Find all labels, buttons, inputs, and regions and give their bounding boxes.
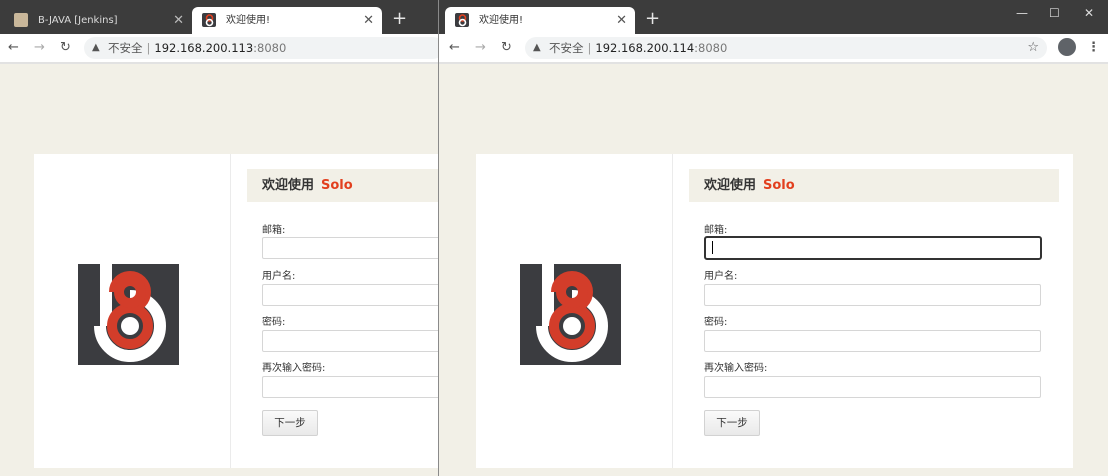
account-icon[interactable] xyxy=(1058,38,1076,56)
reload-icon[interactable]: ↻ xyxy=(60,38,71,58)
security-label: 不安全 xyxy=(549,41,584,55)
warning-triangle-icon: ▲ xyxy=(92,42,100,53)
kebab-menu-icon[interactable]: ⋮ xyxy=(1087,38,1100,58)
username-label: 用户名: xyxy=(262,271,296,282)
username-field[interactable] xyxy=(704,284,1041,306)
url-host: 192.168.200.114 xyxy=(595,41,695,55)
maximize-icon[interactable]: ☐ xyxy=(1049,6,1060,20)
solo-logo xyxy=(78,264,179,365)
tab-title: B-JAVA [Jenkins] xyxy=(38,15,118,26)
star-icon[interactable]: ☆ xyxy=(1027,37,1039,59)
url-text: 不安全 | 192.168.200.113:8080 xyxy=(108,37,286,59)
divider xyxy=(439,62,1108,64)
email-label: 邮箱: xyxy=(704,225,728,236)
forward-arrow-icon[interactable]: → xyxy=(34,38,45,58)
separator: | xyxy=(587,41,592,55)
right-browser-window: 欢迎使用! ✕ + — ☐ ✕ ← → ↻ ▲ 不安全 | 192.168.200.… xyxy=(438,0,1108,476)
tab-welcome[interactable]: 欢迎使用! ✕ xyxy=(445,7,635,34)
jenkins-favicon-icon xyxy=(14,13,28,27)
password-label: 密码: xyxy=(704,317,728,328)
security-label: 不安全 xyxy=(108,41,143,55)
heading-prefix: 欢迎使用 xyxy=(704,178,757,193)
url-port: :8080 xyxy=(253,41,287,55)
tab-jenkins[interactable]: B-JAVA [Jenkins] ✕ xyxy=(4,7,192,34)
solo-logo xyxy=(520,264,621,365)
page-title: 欢迎使用 Solo xyxy=(689,169,1059,202)
heading-prefix: 欢迎使用 xyxy=(262,178,315,193)
address-bar[interactable]: ▲ 不安全 | 192.168.200.113:8080 xyxy=(84,37,438,59)
forward-arrow-icon[interactable]: → xyxy=(475,38,486,58)
email-field[interactable] xyxy=(704,236,1042,260)
setup-card: 欢迎使用 Solo 邮箱: 用户名: 密码: 再次输入密码: 下一步 xyxy=(476,154,1073,468)
logo-pane xyxy=(34,154,231,468)
browser-toolbar: ← → ↻ ▲ 不安全 | 192.168.200.113:8080 xyxy=(0,34,438,62)
url-port: :8080 xyxy=(694,41,728,55)
heading-brand: Solo xyxy=(763,178,795,193)
page-title: 欢迎使用 Solo xyxy=(247,169,438,202)
browser-toolbar: ← → ↻ ▲ 不安全 | 192.168.200.114:8080 ☆ ⋮ xyxy=(439,34,1108,62)
tab-title: 欢迎使用! xyxy=(479,15,524,26)
warning-triangle-icon: ▲ xyxy=(533,42,541,53)
close-icon[interactable]: ✕ xyxy=(616,7,627,34)
password-field[interactable] xyxy=(704,330,1041,352)
url-text: 不安全 | 192.168.200.114:8080 xyxy=(549,37,727,59)
next-button[interactable]: 下一步 xyxy=(262,410,318,436)
close-icon[interactable]: ✕ xyxy=(363,7,374,34)
reload-icon[interactable]: ↻ xyxy=(501,38,512,58)
text-caret xyxy=(712,241,713,254)
minimize-icon[interactable]: — xyxy=(1016,6,1028,20)
confirm-password-field[interactable] xyxy=(704,376,1041,398)
plus-icon[interactable]: + xyxy=(645,9,660,29)
back-arrow-icon[interactable]: ← xyxy=(449,38,460,58)
email-label: 邮箱: xyxy=(262,225,286,236)
next-button[interactable]: 下一步 xyxy=(704,410,760,436)
tab-strip: 欢迎使用! ✕ + — ☐ ✕ xyxy=(439,0,1108,34)
solo-favicon-icon xyxy=(455,13,469,27)
tab-strip: B-JAVA [Jenkins] ✕ 欢迎使用! ✕ + xyxy=(0,0,438,34)
confirm-password-label: 再次输入密码: xyxy=(262,363,326,374)
setup-card: 欢迎使用 Solo 邮箱: 用户名: 密码: 再次输入密码: 下一步 xyxy=(34,154,438,468)
divider xyxy=(0,62,438,64)
url-host: 192.168.200.113 xyxy=(154,41,254,55)
password-field[interactable] xyxy=(262,330,438,352)
address-bar[interactable]: ▲ 不安全 | 192.168.200.114:8080 ☆ xyxy=(525,37,1047,59)
tab-title: 欢迎使用! xyxy=(226,15,271,26)
username-label: 用户名: xyxy=(704,271,738,282)
email-field[interactable] xyxy=(262,237,438,259)
confirm-password-field[interactable] xyxy=(262,376,438,398)
left-browser-window: B-JAVA [Jenkins] ✕ 欢迎使用! ✕ + ← → ↻ ▲ 不安全… xyxy=(0,0,438,476)
close-icon[interactable]: ✕ xyxy=(173,7,184,34)
separator: | xyxy=(146,41,151,55)
logo-pane xyxy=(476,154,673,468)
solo-favicon-icon xyxy=(202,13,216,27)
password-label: 密码: xyxy=(262,317,286,328)
tab-welcome[interactable]: 欢迎使用! ✕ xyxy=(192,7,382,34)
username-field[interactable] xyxy=(262,284,438,306)
heading-brand: Solo xyxy=(321,178,353,193)
back-arrow-icon[interactable]: ← xyxy=(8,38,19,58)
confirm-password-label: 再次输入密码: xyxy=(704,363,768,374)
close-window-icon[interactable]: ✕ xyxy=(1084,6,1094,20)
plus-icon[interactable]: + xyxy=(392,9,407,29)
